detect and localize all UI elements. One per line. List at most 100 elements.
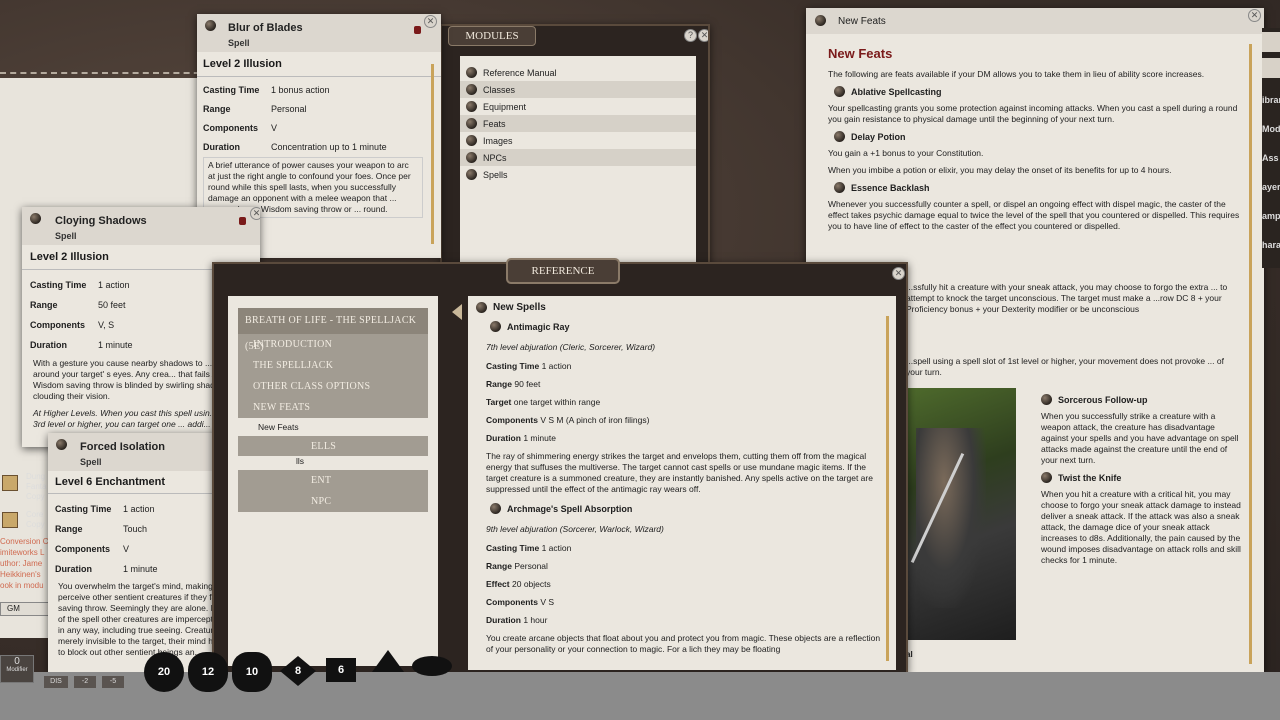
feat-text: Your spellcasting grants you some protec… [828, 103, 1238, 124]
book-icon[interactable] [2, 475, 18, 491]
module-item[interactable]: Equipment [460, 98, 696, 115]
reference-title: REFERENCE [506, 258, 620, 284]
spell-title: Cloying Shadows [55, 215, 147, 227]
stitch-divider [0, 72, 210, 74]
sidebar-button[interactable] [1262, 32, 1280, 52]
dis-button[interactable]: DIS [44, 676, 68, 688]
module-item[interactable]: Images [460, 132, 696, 149]
spell-type: Spell [55, 231, 77, 241]
close-icon[interactable]: ✕ [892, 267, 905, 280]
collapse-toc-arrow[interactable] [452, 304, 462, 320]
module-item[interactable]: Spells [460, 166, 696, 183]
link-icon[interactable] [30, 213, 41, 224]
feat-text: When you imbibe a potion or elixir, you … [828, 165, 1172, 175]
feat-text: ...ssfully hit a creature with your snea… [906, 282, 1228, 314]
feat-title: Ablative Spellcasting [851, 86, 942, 97]
toc-panel: BREATH OF LIFE - THE SPELLJACK (5E) INTR… [228, 296, 438, 666]
close-icon[interactable]: ✕ [250, 207, 260, 220]
modifier-box[interactable]: 0 Modifier [0, 655, 34, 683]
modules-window: MODULES ? ✕ Reference Manual Classes Equ… [440, 24, 710, 274]
module-item[interactable]: NPCs [460, 149, 696, 166]
link-icon[interactable] [1041, 394, 1052, 405]
link-icon[interactable] [834, 131, 845, 142]
section-title: New Spells [493, 302, 546, 313]
page-title: New Feats [828, 46, 893, 61]
sidebar-item-assets[interactable]: Ass [1262, 144, 1280, 173]
intro-text: The following are feats available if you… [828, 69, 1205, 79]
spell-title: Blur of Blades [228, 22, 303, 34]
sidebar-item-modules[interactable]: Mod [1262, 115, 1280, 144]
spell-description: The ray of shimmering energy strikes the… [486, 451, 873, 494]
sidebar-item-players[interactable]: ayer [1262, 173, 1280, 202]
spell-title: Forced Isolation [80, 441, 165, 453]
toc-subitem[interactable]: New Feats [258, 418, 438, 436]
spell-school: 7th level abjuration (Cleric, Sorcerer, … [486, 342, 656, 352]
link-icon[interactable] [490, 503, 501, 514]
link-icon[interactable] [815, 15, 826, 26]
help-icon[interactable]: ? [684, 29, 697, 42]
feat-text: When you hit a creature with a critical … [1041, 489, 1241, 565]
spell-name: Antimagic Ray [507, 321, 570, 332]
feat-title: Delay Potion [851, 131, 906, 142]
feat-title: Sorcerous Follow-up [1058, 394, 1148, 405]
book-icon[interactable] [2, 512, 18, 528]
toc-item[interactable]: BREATH OF LIFE - THE SPELLJACK (5E) [238, 308, 428, 352]
close-icon[interactable]: ✕ [424, 15, 437, 28]
reference-content: New Spells Antimagic Ray 7th level abjur… [468, 296, 896, 670]
feat-text: ...spell using a spell slot of 1st level… [906, 356, 1224, 377]
modules-list: Reference Manual Classes Equipment Feats… [460, 56, 696, 272]
feat-text: Whenever you successfully counter a spel… [828, 199, 1240, 231]
minus-2-button[interactable]: -2 [74, 676, 96, 688]
illustration-image[interactable] [906, 388, 1016, 640]
toc-item[interactable]: ENT [304, 470, 331, 491]
toc-item[interactable]: NEW FEATS [246, 397, 428, 418]
feat-title: Essence Backlash [851, 182, 930, 193]
feat-text: When you successfully strike a creature … [1041, 411, 1239, 465]
link-icon[interactable] [490, 321, 501, 332]
window-title: New Feats [838, 16, 886, 27]
toc-item[interactable]: THE SPELLJACK [246, 355, 428, 376]
toc-item[interactable]: NPC [304, 491, 331, 512]
reference-window: ✕ BREATH OF LIFE - THE SPELLJACK (5E) IN… [212, 262, 908, 674]
minus-5-button[interactable]: -5 [102, 676, 124, 688]
module-item[interactable]: Classes [460, 81, 696, 98]
link-icon[interactable] [476, 302, 487, 313]
close-icon[interactable]: ✕ [698, 29, 708, 42]
scrollbar[interactable] [886, 316, 889, 661]
d6-die-icon[interactable]: 6 [326, 658, 356, 682]
spell-name: Archmage's Spell Absorption [507, 503, 633, 514]
module-item[interactable]: Reference Manual [460, 64, 696, 81]
modules-title: MODULES [448, 26, 536, 46]
lock-icon[interactable] [239, 217, 246, 225]
link-icon[interactable] [1041, 472, 1052, 483]
toc-item[interactable]: INTRODUCTION [246, 334, 428, 355]
d10-die-icon[interactable]: 10 [232, 652, 272, 692]
sidebar-button[interactable] [1262, 58, 1280, 78]
sidebar-item-campaign[interactable]: amp [1262, 202, 1280, 231]
toc-item[interactable]: ELLS [304, 436, 336, 457]
sidebar-item-characters[interactable]: hara [1262, 231, 1280, 260]
spell-description: You create arcane objects that float abo… [486, 633, 881, 654]
feat-text: You gain a +1 bonus to your Constitution… [828, 148, 984, 158]
spell-school: 9th level abjuration (Sorcerer, Warlock,… [486, 524, 664, 534]
module-item[interactable]: Feats [460, 115, 696, 132]
link-icon[interactable] [834, 86, 845, 97]
link-icon[interactable] [205, 20, 216, 31]
spell-type: Spell [80, 457, 102, 467]
d12-die-icon[interactable]: 12 [188, 652, 228, 692]
close-icon[interactable]: ✕ [1248, 9, 1261, 22]
scrollbar[interactable] [1249, 44, 1252, 664]
d100-die-icon[interactable] [412, 656, 452, 676]
feat-title: Twist the Knife [1058, 472, 1122, 483]
sidebar-item-library[interactable]: ibrar [1262, 86, 1280, 115]
link-icon[interactable] [834, 182, 845, 193]
spell-level: Level 2 Illusion [197, 52, 441, 77]
link-icon[interactable] [56, 439, 67, 450]
scrollbar[interactable] [431, 64, 434, 244]
toc-item[interactable]: OTHER CLASS OPTIONS [246, 376, 428, 397]
d20-die-icon[interactable]: 20 [144, 652, 184, 692]
lock-icon[interactable] [414, 26, 421, 34]
toc-subitem[interactable]: lls [296, 456, 438, 470]
gm-input[interactable]: GM [0, 602, 50, 616]
spell-type: Spell [228, 38, 250, 48]
